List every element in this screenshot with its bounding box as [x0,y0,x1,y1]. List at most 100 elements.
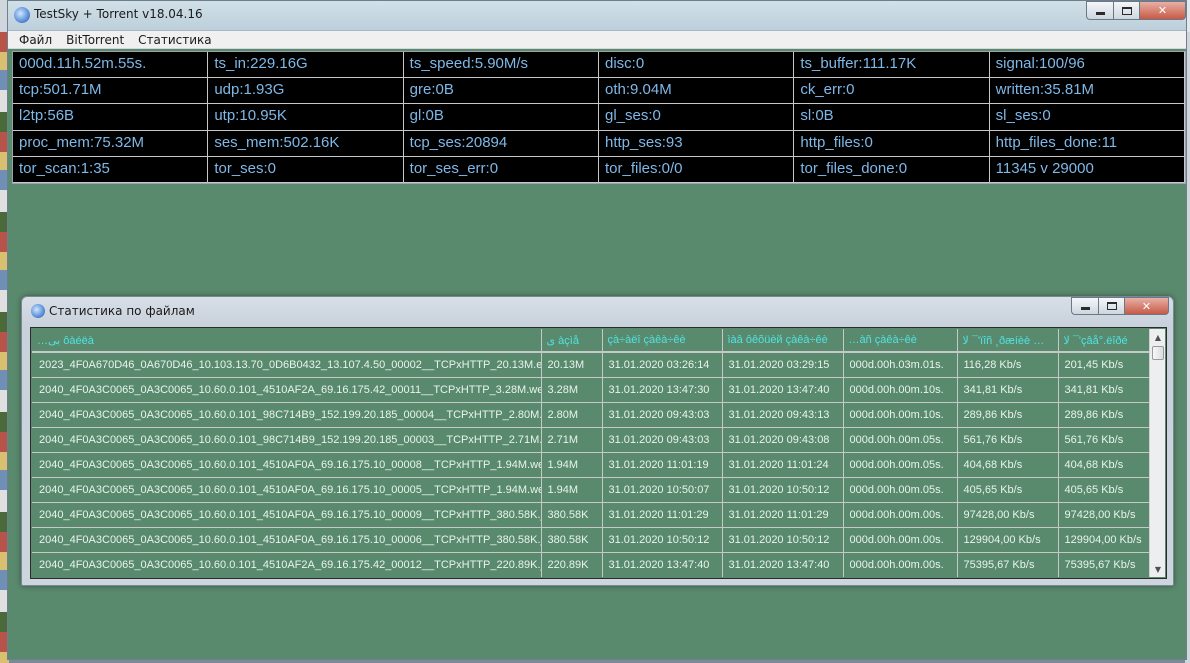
stat-cell: ts_buffer:111.17K [794,52,990,79]
stat-cell: sl_ses:0 [989,104,1185,131]
maximize-icon [1121,6,1132,15]
stats-panel: 000d.11h.52m.55s. ts_in:229.16G ts_speed:5… [12,51,1186,184]
column-header[interactable]: لا ¯'çâå°.ëîðé [1058,329,1151,353]
table-row[interactable]: 2040_4F0A3C0065_0A3C0065_10.60.0.101_98C… [32,402,1151,428]
table-cell: 289,86 Kb/s [957,402,1059,428]
table-cell: 75395,67 Kb/s [1058,552,1151,577]
table-cell: 3.28M [541,377,603,403]
file-table: …بی ôàéëà ی àçìå çà÷àëî çàêà÷êè ìàâ ôêõüèй … [32,329,1151,577]
table-cell: 2040_4F0A3C0065_0A3C0065_10.60.0.101_451… [32,552,542,577]
table-row[interactable]: 2040_4F0A3C0065_0A3C0065_10.60.0.101_451… [32,377,1151,403]
table-cell: 20.13M [541,352,603,378]
minimize-icon [1080,307,1090,310]
table-row[interactable]: 2040_4F0A3C0065_0A3C0065_10.60.0.101_451… [32,552,1151,577]
table-cell: 405,65 Kb/s [957,477,1059,503]
table-cell: 31.01.2020 09:43:13 [722,402,844,428]
stat-cell: ts_speed:5.90M/s [403,52,599,79]
table-cell: 000d.00h.00m.10s. [843,402,958,428]
table-cell: 380.58K [541,502,603,528]
stat-cell: sl:0B [794,104,990,131]
close-button[interactable]: ✕ [1140,1,1186,20]
column-header[interactable]: …بی ôàéëà [32,329,542,353]
child-maximize-button[interactable] [1098,297,1125,315]
stat-cell: tor_ses_err:0 [403,156,599,183]
table-cell: 31.01.2020 10:50:12 [602,527,723,553]
column-header[interactable]: …àñ çàêà÷êè [843,329,958,353]
stat-cell: gl_ses:0 [598,104,795,131]
table-cell: 000d.00h.00m.00s. [843,552,958,577]
table-cell: 2040_4F0A3C0065_0A3C0065_10.60.0.101_98C… [32,402,542,428]
maximize-button[interactable] [1113,1,1140,20]
scroll-up-button[interactable]: ▲ [1150,329,1166,345]
child-close-button[interactable]: ✕ [1125,297,1169,315]
table-cell: 2040_4F0A3C0065_0A3C0065_10.60.0.101_451… [32,527,542,553]
stat-cell: http_ses:93 [598,130,795,157]
table-row[interactable]: 2040_4F0A3C0065_0A3C0065_10.60.0.101_451… [32,477,1151,503]
menu-bittorrent[interactable]: BitTorrent [59,33,131,47]
table-cell: 000d.00h.00m.10s. [843,377,958,403]
stat-cell: tor_ses:0 [208,156,404,183]
table-cell: 31.01.2020 09:43:03 [602,427,723,453]
table-row[interactable]: 2040_4F0A3C0065_0A3C0065_10.60.0.101_451… [32,452,1151,478]
table-cell: 2040_4F0A3C0065_0A3C0065_10.60.0.101_451… [32,452,542,478]
scroll-down-button[interactable]: ▼ [1150,561,1166,577]
table-cell: 000d.00h.00m.00s. [843,502,958,528]
stat-cell: oth:9.04M [598,78,795,105]
table-row[interactable]: 2040_4F0A3C0065_0A3C0065_10.60.0.101_451… [32,502,1151,528]
table-cell: 561,76 Kb/s [1058,427,1151,453]
menu-file[interactable]: Файл [12,33,59,47]
table-cell: 97428,00 Kb/s [957,502,1059,528]
table-cell: 2023_4F0A670D46_0A670D46_10.103.13.70_0D… [32,352,542,378]
stat-cell: written:35.81M [989,78,1185,105]
stat-cell: tcp_ses:20894 [403,130,599,157]
stat-cell: 000d.11h.52m.55s. [13,52,209,79]
table-cell: 404,68 Kb/s [957,452,1059,478]
table-cell: 404,68 Kb/s [1058,452,1151,478]
stat-cell: tor_scan:1:35 [13,156,209,183]
minimize-button[interactable] [1086,1,1113,20]
table-cell: 1.94M [541,452,603,478]
stat-cell: 11345 v 29000 [989,156,1185,183]
chevron-up-icon: ▲ [1154,332,1162,342]
stat-cell: gre:0B [403,78,599,105]
stat-cell: disc:0 [598,52,795,79]
column-header[interactable]: çà÷àëî çàêà÷êè [602,329,723,353]
table-cell: 289,86 Kb/s [1058,402,1151,428]
stat-cell: tor_files:0/0 [598,156,795,183]
table-cell: 341,81 Kb/s [1058,377,1151,403]
menu-statistics[interactable]: Статистика [131,33,219,47]
column-header[interactable]: ìàâ ôêõüèй çàêà÷êè [722,329,844,353]
child-minimize-button[interactable] [1071,297,1098,315]
table-cell: 31.01.2020 11:01:24 [722,452,844,478]
table-cell: 31.01.2020 13:47:30 [602,377,723,403]
table-cell: 31.01.2020 09:43:03 [602,402,723,428]
title-bar[interactable]: TestSky + Torrent v18.04.16 ✕ [8,1,1186,31]
table-row[interactable]: 2040_4F0A3C0065_0A3C0065_10.60.0.101_98C… [32,427,1151,453]
file-table-frame: …بی ôàéëà ی àçìå çà÷àëî çàêà÷êè ìàâ ôêõüèй … [30,327,1167,579]
stat-cell: ck_err:0 [794,78,990,105]
table-cell: 000d.00h.00m.05s. [843,477,958,503]
app-logo-icon [31,304,45,318]
stat-cell: ses_mem:502.16K [208,130,404,157]
table-cell: 31.01.2020 09:43:08 [722,427,844,453]
table-cell: 31.01.2020 10:50:12 [722,477,844,503]
table-row[interactable]: 2040_4F0A3C0065_0A3C0065_10.60.0.101_451… [32,527,1151,553]
stat-cell: http_files_done:11 [989,130,1185,157]
column-header[interactable]: لا ¯'ïîñ ¸ðæíèè … [957,329,1059,353]
table-cell: 2.80M [541,402,603,428]
table-row[interactable]: 2023_4F0A670D46_0A670D46_10.103.13.70_0D… [32,352,1151,378]
table-cell: 561,76 Kb/s [957,427,1059,453]
stat-cell: utp:10.95K [208,104,404,131]
stat-cell: http_files:0 [794,130,990,157]
vertical-scrollbar[interactable]: ▲ ▼ [1149,329,1165,577]
table-cell: 129904,00 Kb/s [957,527,1059,553]
column-header[interactable]: ی àçìå [541,329,603,353]
table-cell: 97428,00 Kb/s [1058,502,1151,528]
scrollbar-thumb[interactable] [1152,346,1164,360]
table-cell: 2040_4F0A3C0065_0A3C0065_10.60.0.101_451… [32,377,542,403]
stat-cell: tcp:501.71M [13,78,209,105]
table-cell: 2040_4F0A3C0065_0A3C0065_10.60.0.101_98C… [32,427,542,453]
table-cell: 201,45 Kb/s [1058,352,1151,378]
child-window-controls: ✕ [1071,297,1169,316]
maximize-icon [1106,302,1117,310]
